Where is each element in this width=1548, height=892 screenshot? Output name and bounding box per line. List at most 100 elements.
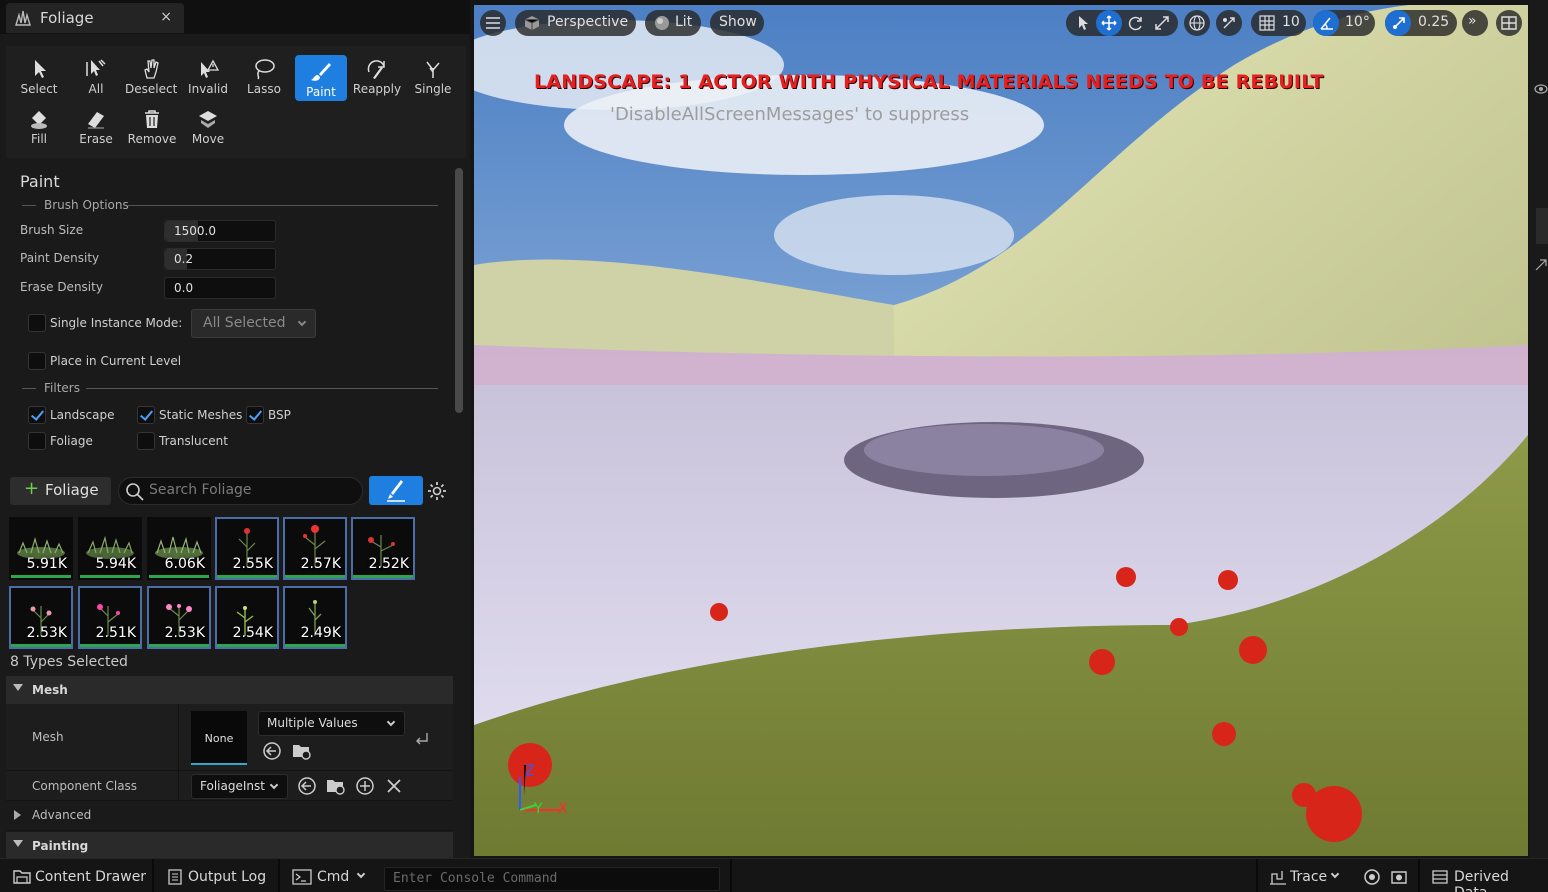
console-input[interactable] <box>393 871 713 886</box>
row-divider <box>178 704 179 770</box>
eye-icon[interactable] <box>1534 82 1548 96</box>
gear-icon[interactable] <box>427 481 447 501</box>
foliage-type-thumbnail[interactable]: 2.52K <box>351 517 415 580</box>
perspective-button[interactable]: Perspective <box>515 10 636 36</box>
mode-select-button[interactable]: Select <box>13 52 65 98</box>
brush-options-heading: Brush Options <box>44 198 129 212</box>
single-instance-checkbox[interactable] <box>28 314 46 332</box>
erase-density-input[interactable]: 0.0 <box>164 277 276 299</box>
brush-options-divider-right <box>128 205 438 206</box>
mesh-thumbnail[interactable]: None <box>191 711 247 765</box>
usage-bar <box>217 644 277 647</box>
foliage-type-thumbnail[interactable]: 2.54K <box>215 586 279 649</box>
panel-scrollbar[interactable] <box>455 168 463 413</box>
show-flags-button[interactable]: Show <box>710 10 764 36</box>
add-foliage-button[interactable]: + Foliage <box>10 477 111 505</box>
rotation-snap-button[interactable]: 10° <box>1313 10 1375 36</box>
cmd-dropdown[interactable]: Cmd <box>288 859 372 892</box>
add-circle-icon[interactable] <box>355 776 375 796</box>
side-scroll-thumb[interactable] <box>1536 208 1548 244</box>
browse-folder-icon[interactable] <box>325 776 347 796</box>
rotate-mode-icon[interactable] <box>1128 15 1144 31</box>
filter-landscape-checkbox[interactable] <box>28 406 46 424</box>
surface-snapping-button[interactable] <box>1216 10 1242 36</box>
use-selected-asset-icon[interactable] <box>297 776 317 796</box>
caret-down-icon <box>13 684 23 691</box>
terminal-icon <box>292 869 312 885</box>
mode-invalid-button[interactable]: Invalid <box>182 52 234 98</box>
brush-size-input[interactable]: 1500.0 <box>164 220 276 242</box>
filter-foliage-label: Foliage <box>50 434 93 448</box>
painting-category-header[interactable]: Painting <box>6 832 453 858</box>
foliage-type-thumbnail[interactable]: 5.94K <box>78 517 142 580</box>
more-options-button[interactable]: » <box>1462 10 1488 36</box>
rotation-snap-toggle[interactable] <box>1313 10 1339 36</box>
single-instance-dropdown[interactable]: All Selected <box>191 309 316 338</box>
mode-all-button[interactable]: All <box>70 52 122 98</box>
mode-remove-button[interactable]: Remove <box>126 102 178 148</box>
component-class-dropdown[interactable]: FoliageInst <box>191 774 288 799</box>
mode-paint-button[interactable]: Paint <box>295 55 347 101</box>
record-icon[interactable] <box>1363 868 1381 886</box>
select-mode-icon[interactable] <box>1075 15 1091 31</box>
tab-foliage[interactable]: Foliage × <box>6 3 184 33</box>
console-command-field[interactable] <box>384 867 720 891</box>
foliage-type-thumbnail[interactable]: 2.57K <box>283 517 347 580</box>
mesh-dropdown[interactable]: Multiple Values <box>258 711 405 736</box>
filter-static-meshes-checkbox[interactable] <box>137 406 155 424</box>
foliage-type-thumbnail[interactable]: 2.51K <box>78 586 142 649</box>
side-tool-icon[interactable] <box>1534 258 1548 272</box>
output-log-button[interactable]: Output Log <box>162 859 272 892</box>
derived-data-button[interactable]: Derived Data <box>1428 859 1546 892</box>
usage-bar <box>285 575 345 578</box>
foliage-type-thumbnail[interactable]: 2.55K <box>215 517 279 580</box>
reset-arrow-icon[interactable] <box>413 729 431 747</box>
clear-x-icon[interactable] <box>385 777 403 795</box>
grid-snap-button[interactable]: 10 <box>1251 10 1306 36</box>
usage-bar <box>80 644 140 647</box>
mode-erase-button[interactable]: Erase <box>70 102 122 148</box>
filter-foliage-checkbox[interactable] <box>28 432 46 450</box>
foliage-type-thumbnail[interactable]: 2.53K <box>147 586 211 649</box>
filter-bsp-checkbox[interactable] <box>246 406 264 424</box>
mode-lasso-button[interactable]: Lasso <box>238 52 290 98</box>
foliage-type-thumbnail[interactable]: 6.06K <box>147 517 211 580</box>
mode-reapply-button[interactable]: Reapply <box>351 52 403 98</box>
foliage-type-thumbnail[interactable]: 2.53K <box>9 586 73 649</box>
use-selected-asset-icon[interactable] <box>262 741 282 761</box>
translate-mode-button[interactable] <box>1096 10 1122 36</box>
edit-pencil-icon <box>387 480 405 502</box>
search-input[interactable] <box>149 482 349 498</box>
mesh-category-header[interactable]: Mesh <box>6 676 453 704</box>
mode-fill-button[interactable]: Fill <box>13 102 65 148</box>
foliage-type-thumbnail[interactable]: 5.91K <box>9 517 73 580</box>
rebuild-warning-message: LANDSCAPE: 1 ACTOR WITH PHYSICAL MATERIA… <box>534 71 1324 93</box>
filters-heading: Filters <box>44 381 80 395</box>
level-viewport[interactable]: Z Y X Perspective Lit Show 10 10° 0.25 »… <box>474 5 1528 856</box>
mode-single-button[interactable]: Single <box>407 52 459 98</box>
foliage-type-thumbnail[interactable]: 2.49K <box>283 586 347 649</box>
scale-snap-button[interactable]: 0.25 <box>1385 10 1457 36</box>
viewport-menu-button[interactable] <box>480 10 506 36</box>
mode-deselect-button[interactable]: Deselect <box>125 52 177 98</box>
single-instance-label: Single Instance Mode: <box>50 316 183 330</box>
content-drawer-button[interactable]: Content Drawer <box>8 859 150 892</box>
browse-folder-icon[interactable] <box>291 741 313 761</box>
trace-dropdown[interactable]: Trace <box>1266 859 1350 892</box>
paint-density-input[interactable]: 0.2 <box>164 248 276 270</box>
place-in-level-checkbox[interactable] <box>28 352 46 370</box>
scale-mode-icon[interactable] <box>1154 15 1170 31</box>
world-space-button[interactable] <box>1184 10 1210 36</box>
filter-static-meshes-label: Static Meshes <box>159 408 243 422</box>
close-icon[interactable]: × <box>160 9 172 25</box>
lit-view-mode-button[interactable]: Lit <box>645 10 701 36</box>
screenshot-icon[interactable] <box>1390 868 1408 886</box>
viewport-layout-button[interactable] <box>1496 10 1522 36</box>
advanced-row[interactable]: Advanced <box>6 801 453 831</box>
toggle-edit-button[interactable] <box>369 476 423 505</box>
deselect-hand-icon <box>144 59 159 79</box>
search-foliage-box[interactable] <box>118 477 363 505</box>
scale-snap-toggle[interactable] <box>1385 10 1411 36</box>
filter-translucent-checkbox[interactable] <box>137 432 155 450</box>
mode-move-button[interactable]: Move <box>182 102 234 148</box>
